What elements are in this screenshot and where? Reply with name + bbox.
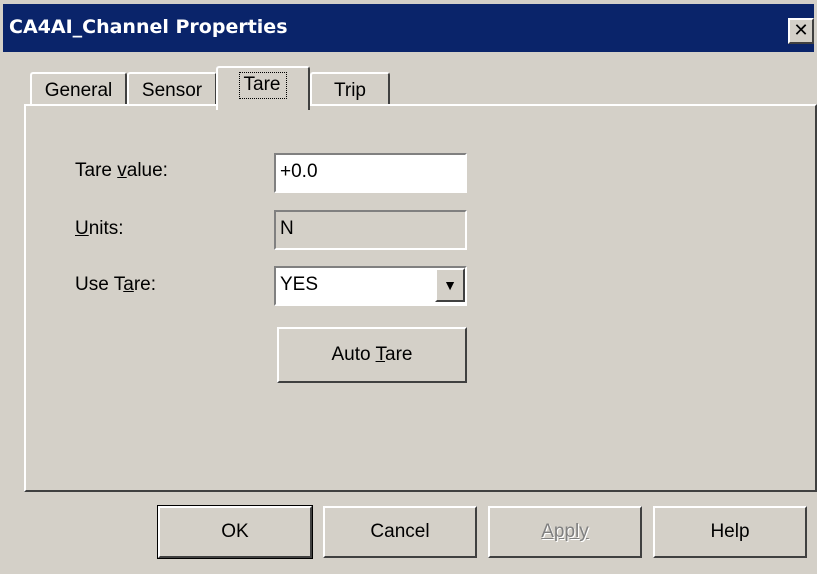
cancel-button[interactable]: Cancel (323, 506, 477, 558)
properties-dialog: CA4AI_Channel Properties ✕ General Senso… (0, 0, 817, 574)
help-button[interactable]: Help (653, 506, 807, 558)
use-tare-label: Use Tare: (75, 274, 156, 295)
ok-button[interactable]: OK (157, 505, 313, 559)
units-value: N (280, 218, 294, 239)
close-button[interactable]: ✕ (788, 18, 814, 44)
use-tare-selected-value: YES (280, 274, 319, 295)
close-icon: ✕ (793, 20, 809, 41)
tab-general[interactable]: General (30, 72, 127, 105)
use-tare-select[interactable]: YES ▼ (274, 266, 467, 306)
ok-label: OK (221, 521, 249, 542)
chevron-down-icon: ▼ (443, 277, 457, 293)
tab-sensor[interactable]: Sensor (127, 72, 217, 105)
apply-button[interactable]: Apply (488, 506, 642, 558)
tab-trip[interactable]: Trip (310, 72, 390, 105)
help-label: Help (710, 521, 750, 542)
dropdown-arrow-button[interactable]: ▼ (435, 268, 465, 302)
tab-sensor-label: Sensor (141, 80, 203, 101)
tab-tare[interactable]: Tare (216, 66, 310, 110)
auto-tare-label: Auto Tare (331, 344, 413, 365)
tab-general-label: General (44, 80, 113, 101)
tab-tare-label: Tare (238, 72, 288, 99)
units-label: Units: (75, 218, 124, 239)
units-field: N (274, 210, 467, 250)
tab-trip-label: Trip (333, 80, 367, 101)
title-bar[interactable]: CA4AI_Channel Properties ✕ (3, 4, 814, 52)
tare-value-text: +0.0 (280, 161, 318, 182)
tare-value-input[interactable]: +0.0 (274, 153, 467, 193)
window-title: CA4AI_Channel Properties (9, 16, 288, 38)
auto-tare-button[interactable]: Auto Tare (277, 327, 467, 383)
tare-value-label: Tare value: (75, 160, 168, 181)
cancel-label: Cancel (370, 521, 430, 542)
apply-label: Apply (541, 521, 589, 542)
